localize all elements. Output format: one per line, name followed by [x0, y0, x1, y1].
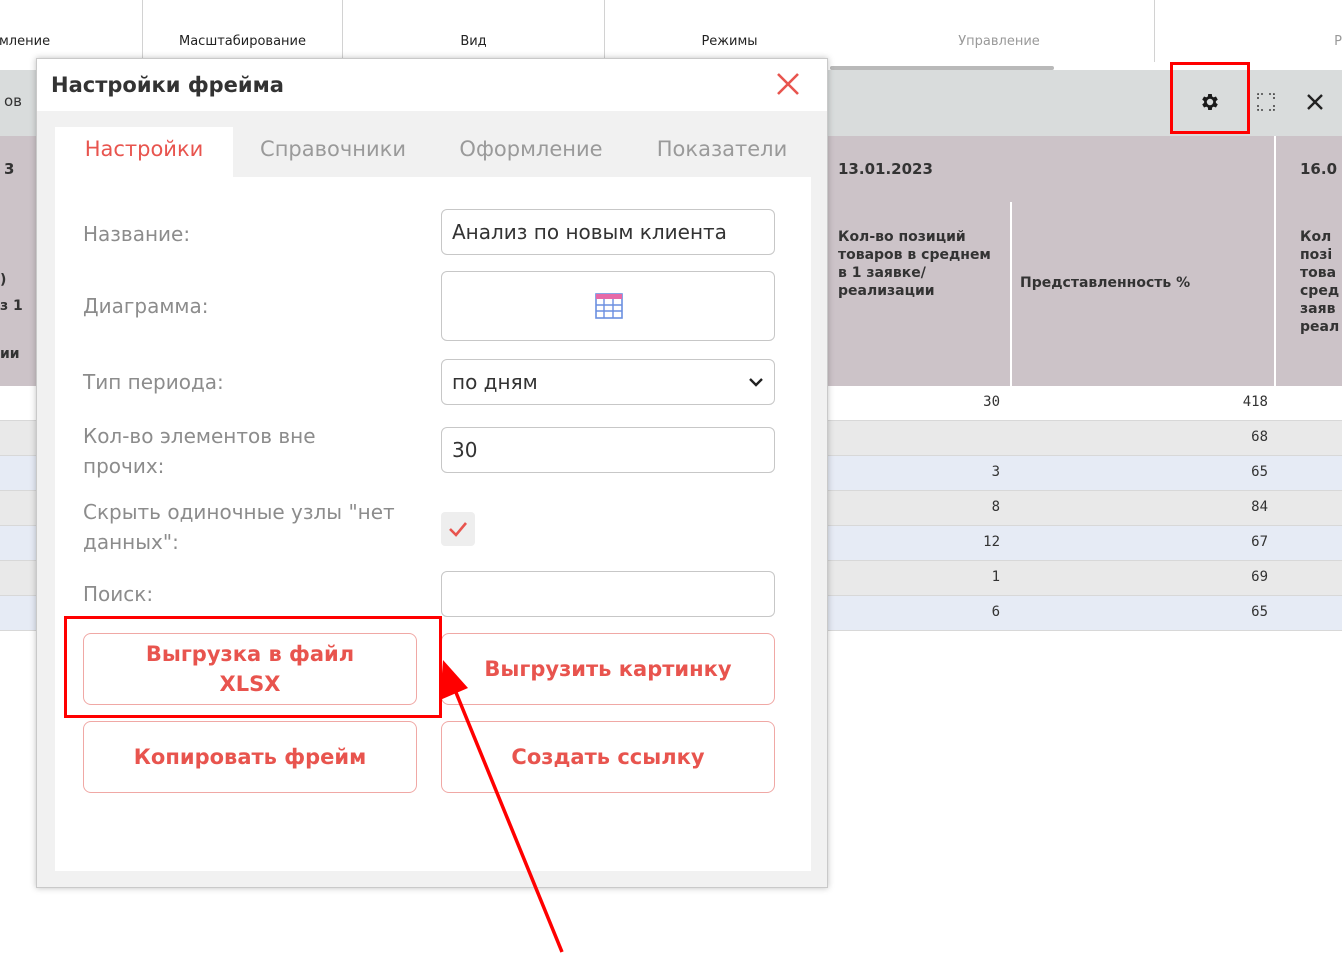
cell-share: 65: [1251, 464, 1268, 480]
ribbon-group-label: Управление: [958, 34, 1040, 49]
cell-positions: 1: [991, 569, 1000, 585]
name-input[interactable]: Анализ по новым клиента: [441, 209, 775, 255]
dialog-title: Настройки фрейма: [51, 73, 284, 97]
tab-settings[interactable]: Настройки: [55, 127, 233, 177]
dialog-body: Название: Анализ по новым клиента Диагра…: [55, 177, 811, 871]
export-image-button[interactable]: Выгрузить картинку: [441, 633, 775, 705]
chart-label: Диаграмма:: [83, 294, 209, 318]
ribbon-group-control[interactable]: Управление: [844, 0, 1154, 62]
ribbon-group-label: мление: [0, 34, 51, 49]
ribbon-group-modes[interactable]: Режимы: [604, 0, 844, 62]
screen: мление Масштабирование Вид Режимы Управл…: [0, 0, 1342, 958]
close-icon: [777, 73, 799, 95]
cell-positions: 12: [983, 534, 1000, 550]
frame-expand-button[interactable]: [1250, 86, 1282, 118]
chart-picker[interactable]: [441, 271, 775, 341]
ribbon-group-label: Режимы: [701, 34, 758, 49]
tab-indicators[interactable]: Показатели: [633, 127, 811, 177]
period-type-label: Тип периода:: [83, 370, 224, 394]
copy-frame-button[interactable]: Копировать фрейм: [83, 721, 417, 793]
header-divider: [1274, 136, 1276, 386]
tab-appearance[interactable]: Оформление: [435, 127, 627, 177]
header-positions: Кол-во позиций товаров в среднем в 1 зая…: [838, 229, 991, 299]
elements-count-input[interactable]: 30: [441, 427, 775, 473]
cell-positions: 3: [991, 464, 1000, 480]
cell-share: 65: [1251, 604, 1268, 620]
search-label: Поиск:: [83, 582, 154, 606]
chevron-down-icon: [749, 378, 763, 387]
header-share: Представленность %: [1020, 275, 1191, 291]
dialog-close-button[interactable]: [773, 69, 803, 99]
cell-share: 67: [1251, 534, 1268, 550]
period-type-value: по дням: [452, 370, 538, 394]
create-link-button[interactable]: Создать ссылку: [441, 721, 775, 793]
search-input[interactable]: [441, 571, 775, 617]
ribbon-group-zoom[interactable]: Масштабирование: [142, 0, 342, 62]
ribbon-group-label: Масштабирование: [178, 34, 306, 49]
header-date-cut: 3: [4, 160, 15, 178]
period-type-select[interactable]: по дням: [441, 359, 775, 405]
elements-label: Кол-во элементов вне прочих:: [83, 424, 316, 478]
cell-share: 68: [1251, 429, 1268, 445]
header-divider: [1010, 202, 1012, 386]
cell-positions: 6: [991, 604, 1000, 620]
frame-settings-dialog: Настройки фрейма Настройки Справочники О…: [36, 58, 828, 888]
frame-title: ов: [4, 92, 23, 110]
hide-nodes-checkbox[interactable]: [441, 512, 475, 546]
ribbon-group-label: Вид: [460, 34, 487, 49]
cell-positions: 8: [991, 499, 1000, 515]
close-icon: [1307, 94, 1323, 110]
header-cut-2: з 1: [0, 298, 23, 314]
xlsx-highlight-box: [64, 616, 442, 718]
cell-positions: 30: [983, 394, 1000, 410]
settings-highlight-box: [1170, 62, 1250, 134]
hide-nodes-label: Скрыть одиночные узлы "нет данных":: [83, 500, 395, 554]
ribbon-group-cut[interactable]: Р: [1154, 0, 1342, 62]
ribbon-group-1[interactable]: мление: [0, 0, 142, 62]
header-cut-right: Кол позі това сред заяв реал: [1300, 229, 1340, 335]
expand-icon: [1257, 93, 1275, 111]
dialog-tabs: Настройки Справочники Оформление Показат…: [55, 127, 811, 177]
cell-share: 84: [1251, 499, 1268, 515]
checkmark-icon: [449, 522, 467, 537]
table-icon: [595, 293, 623, 319]
header-cut-3: ии: [0, 346, 20, 362]
cell-share: 418: [1242, 394, 1268, 410]
header-date-2: 16.0: [1300, 160, 1338, 178]
ribbon: мление Масштабирование Вид Режимы Управл…: [0, 0, 1342, 62]
ribbon-group-view[interactable]: Вид: [342, 0, 604, 62]
header-date-1: 13.01.2023: [838, 160, 933, 178]
frame-close-button[interactable]: [1299, 86, 1331, 118]
tab-dictionaries[interactable]: Справочники: [237, 127, 429, 177]
cell-share: 69: [1251, 569, 1268, 585]
name-label: Название:: [83, 222, 191, 246]
header-cut-1: ): [0, 272, 7, 288]
dialog-header: Настройки фрейма: [37, 59, 827, 111]
ribbon-group-label: Р: [1334, 34, 1342, 49]
